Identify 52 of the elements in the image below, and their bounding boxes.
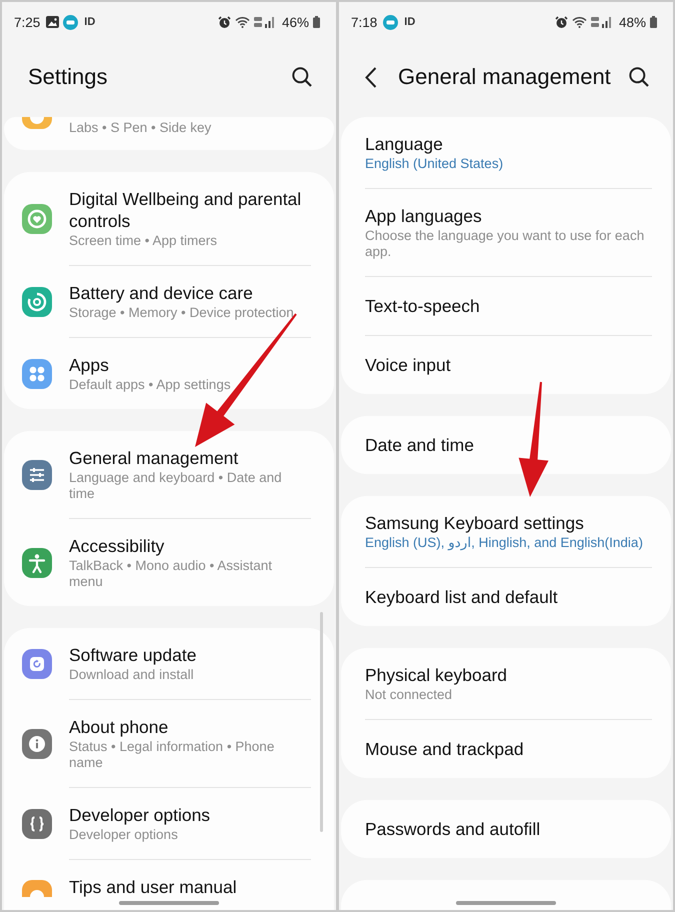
- setting-title[interactable]: Apps: [69, 354, 109, 376]
- notification-badge-icon: [383, 14, 398, 30]
- setting-summary: Developer options: [69, 827, 178, 843]
- setting-title[interactable]: Keyboard list and default: [365, 586, 558, 608]
- battery-percent: 46%: [282, 14, 309, 30]
- setting-title[interactable]: Passwords and autofill: [365, 818, 540, 840]
- setting-title[interactable]: Battery and device care: [69, 282, 253, 304]
- setting-title[interactable]: Text-to-speech: [365, 295, 480, 317]
- page-title: Settings: [28, 64, 108, 90]
- setting-title[interactable]: Physical keyboard: [365, 664, 508, 686]
- setting-summary: English (US), اردو, Hinglish, and English(India): [365, 535, 643, 551]
- setting-summary: Choose the language you want to use for each app.: [365, 228, 646, 260]
- status-indicator: ID: [84, 16, 96, 28]
- setting-summary: Storage • Memory • Device protection: [69, 305, 294, 321]
- setting-title[interactable]: Accessibility: [69, 535, 164, 557]
- status-time: 7:25: [14, 14, 40, 30]
- setting-title[interactable]: Voice input: [365, 354, 451, 376]
- page-title: General management: [398, 64, 612, 90]
- setting-summary: Language and keyboard • Date and time: [69, 470, 283, 502]
- signal-icon: [590, 16, 613, 28]
- setting-title[interactable]: General management: [69, 447, 238, 469]
- setting-summary: Labs • S Pen • Side key: [69, 120, 212, 136]
- notification-badge-icon: [63, 14, 78, 30]
- setting-title[interactable]: Developer options: [69, 804, 210, 826]
- signal-icon: [254, 16, 276, 28]
- setting-summary: Default apps • App settings: [69, 377, 231, 393]
- setting-title[interactable]: Language: [365, 133, 443, 155]
- status-time: 7:18: [351, 14, 378, 30]
- setting-summary: Download and install: [69, 667, 194, 683]
- back-icon[interactable]: [365, 66, 377, 88]
- wifi-icon: [234, 16, 250, 28]
- setting-title[interactable]: Software update: [69, 644, 196, 666]
- setting-summary: Not connected: [365, 687, 452, 703]
- setting-summary: Status • Legal information • Phone name: [69, 739, 276, 771]
- search-icon[interactable]: [629, 67, 649, 87]
- status-indicator: ID: [404, 16, 416, 28]
- setting-title[interactable]: Samsung Keyboard settings: [365, 512, 584, 534]
- battery-icon: [313, 16, 320, 28]
- wifi-icon: [572, 16, 587, 28]
- search-icon[interactable]: [292, 67, 312, 87]
- setting-title[interactable]: Mouse and trackpad: [365, 738, 524, 760]
- setting-summary: TalkBack • Mono audio • Assistant menu: [69, 558, 274, 590]
- setting-summary: Screen time • App timers: [69, 233, 218, 249]
- setting-title[interactable]: App languages: [365, 205, 482, 227]
- gallery-icon: [46, 16, 60, 28]
- setting-title[interactable]: Tips and user manual: [69, 876, 237, 898]
- battery-icon: [650, 16, 657, 28]
- setting-title[interactable]: Digital Wellbeing and parental controls: [69, 188, 305, 232]
- setting-summary: English (United States): [365, 156, 504, 172]
- setting-title[interactable]: Date and time: [365, 434, 474, 456]
- battery-percent: 48%: [618, 14, 646, 30]
- setting-title[interactable]: About phone: [69, 716, 168, 738]
